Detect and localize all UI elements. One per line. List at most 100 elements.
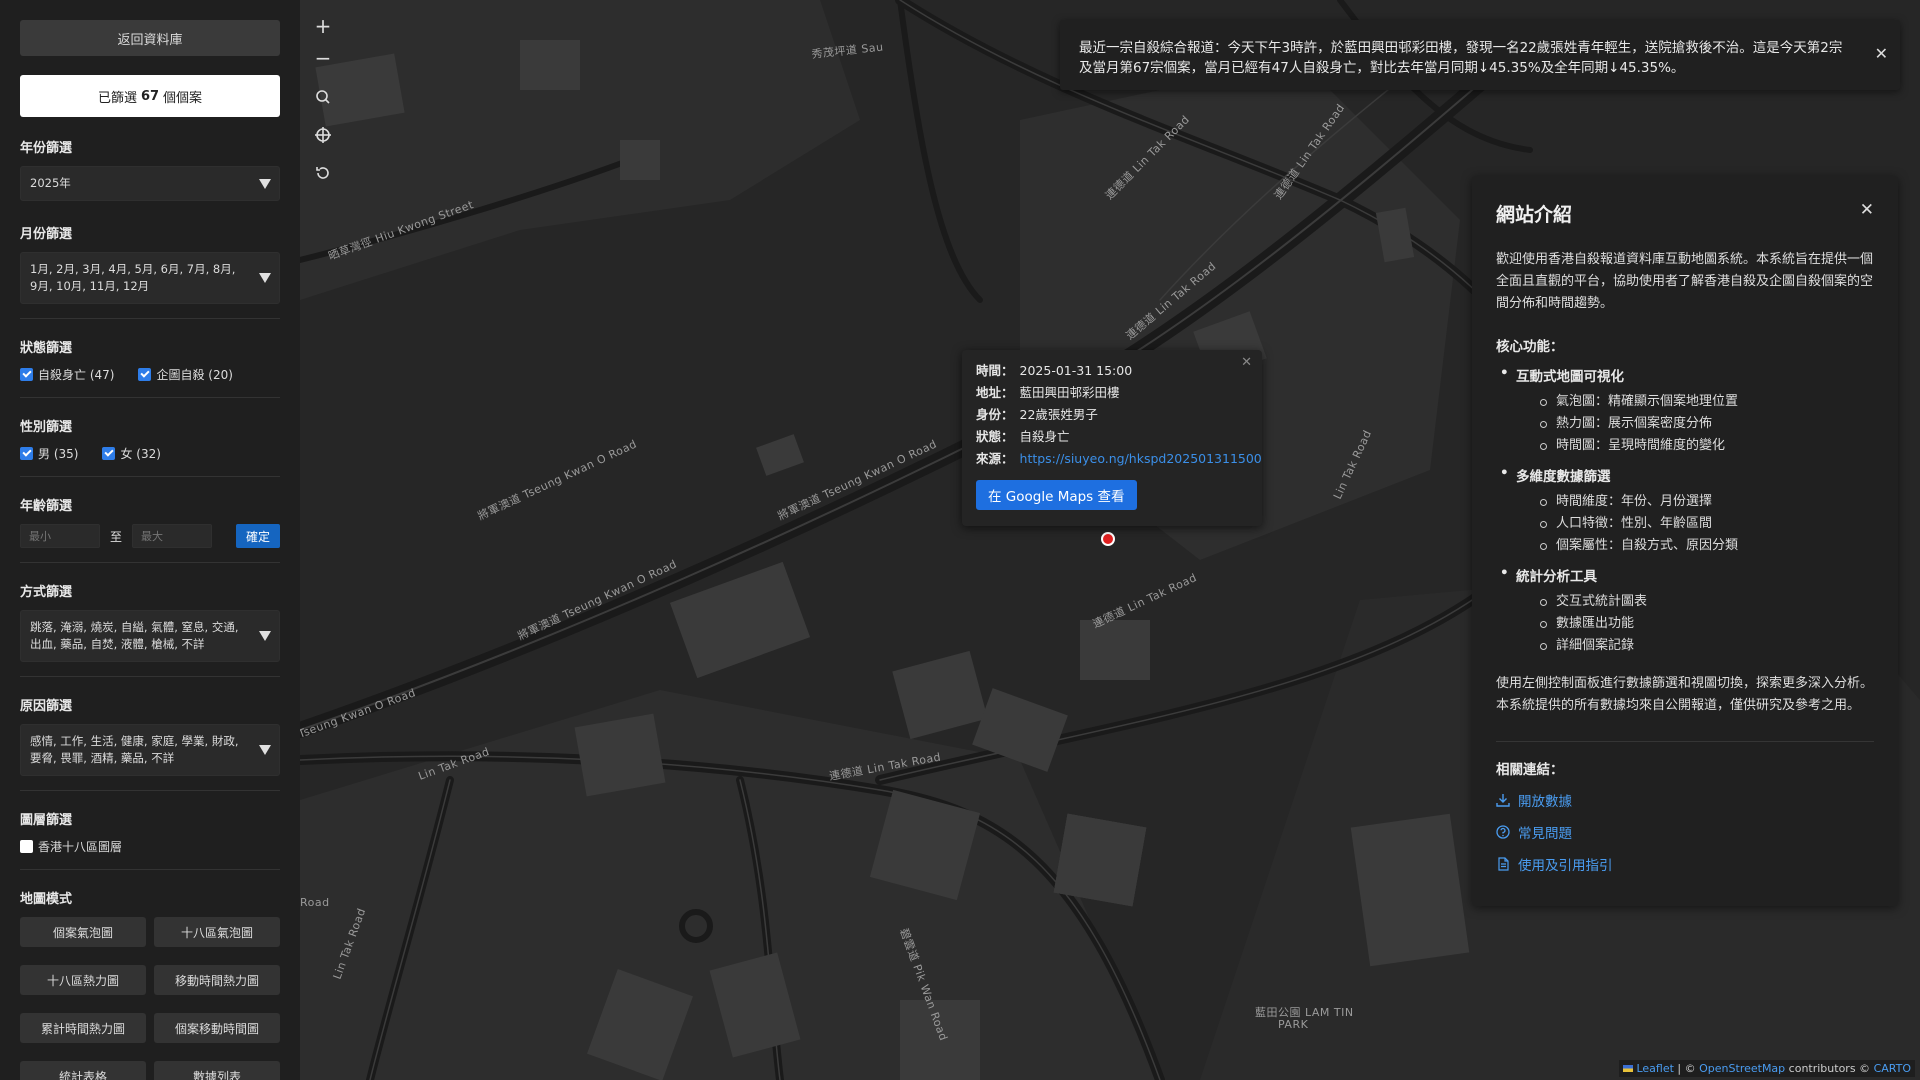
- app-root: 返回資料庫 已篩選 67 個個案 年份篩選 2025年 月份篩選 1月, 2月,…: [0, 0, 1920, 1080]
- status-attempted-label: 企圖自殺 (20): [156, 368, 233, 382]
- age-to-label: 至: [110, 529, 123, 544]
- download-icon: [1496, 794, 1510, 807]
- gender-male-label: 男 (35): [38, 447, 79, 461]
- status-filter-title: 狀態篩選: [20, 341, 73, 356]
- district-layer-label: 香港十八區圖層: [38, 840, 123, 854]
- map-mode-section: 地圖模式 個案氣泡圖 十八區氣泡圖 十八區熱力圖 移動時間熱力圖 累計時間熱力圖…: [20, 870, 280, 1080]
- popup-close-button[interactable]: ✕: [1241, 355, 1252, 370]
- mode-stats-table-button[interactable]: 統計表格: [20, 1061, 146, 1080]
- year-select[interactable]: 2025年: [20, 166, 280, 201]
- gender-filter-section: 性別篩選 男 (35) 女 (32): [20, 398, 280, 477]
- gender-female-checkbox[interactable]: 女 (32): [102, 445, 161, 462]
- year-filter-section: 年份篩選 2025年: [20, 117, 280, 201]
- month-filter-title: 月份篩選: [20, 227, 73, 242]
- mode-district-bubble-button[interactable]: 十八區氣泡圖: [154, 917, 280, 947]
- intro-title: 網站介紹: [1496, 204, 1573, 226]
- dropdown-arrow-icon: [259, 631, 271, 641]
- status-suicide-death-label: 自殺身亡 (47): [38, 368, 115, 382]
- zoom-in-button[interactable]: +: [308, 12, 338, 40]
- dropdown-arrow-icon: [259, 178, 271, 189]
- google-maps-button[interactable]: 在 Google Maps 查看: [976, 480, 1137, 510]
- source-link[interactable]: https://siuyeo.ng/hkspd202501311500: [1020, 451, 1262, 466]
- gender-filter-title: 性別篩選: [20, 420, 73, 435]
- back-to-database-button[interactable]: 返回資料庫: [20, 20, 280, 56]
- help-circle-icon: [1496, 825, 1510, 839]
- month-select[interactable]: 1月, 2月, 3月, 4月, 5月, 6月, 7月, 8月, 9月, 10月,…: [20, 252, 280, 304]
- open-data-link[interactable]: 開放數據: [1496, 790, 1874, 810]
- gender-male-checkbox[interactable]: 男 (35): [20, 445, 78, 462]
- news-close-button[interactable]: ✕: [1875, 44, 1888, 64]
- month-filter-section: 月份篩選 1月, 2月, 3月, 4月, 5月, 6月, 7月, 8月, 9月,…: [20, 201, 280, 319]
- faq-link[interactable]: 常見問題: [1496, 822, 1874, 842]
- reset-view-button[interactable]: [308, 158, 338, 188]
- mode-case-bubble-button[interactable]: 個案氣泡圖: [20, 917, 146, 947]
- leaflet-link[interactable]: Leaflet: [1636, 1062, 1673, 1075]
- locate-button[interactable]: [308, 120, 338, 150]
- age-max-input[interactable]: [132, 524, 213, 548]
- layer-filter-title: 圖層篩選: [20, 813, 73, 828]
- feature-item: 交互式統計圖表: [1540, 591, 1874, 613]
- district-layer-checkbox[interactable]: 香港十八區圖層: [20, 838, 122, 855]
- mode-case-moving-time-button[interactable]: 個案移動時間圖: [154, 1013, 280, 1043]
- park-label-en: PARK: [1278, 1018, 1309, 1031]
- year-select-value: 2025年: [30, 176, 71, 190]
- citation-guide-link[interactable]: 使用及引用指引: [1496, 854, 1874, 874]
- checkbox-checked-icon: [102, 447, 116, 460]
- layer-filter-section: 圖層篩選 香港十八區圖層: [20, 791, 280, 870]
- usage-text: 使用左側控制面板進行數據篩選和視圖切換，探索更多深入分析。本系統提供的所有數據均…: [1496, 676, 1874, 713]
- method-select[interactable]: 跳落, 淹溺, 燒炭, 自縊, 氣體, 窒息, 交通, 出血, 藥品, 自焚, …: [20, 610, 280, 662]
- gender-female-label: 女 (32): [120, 447, 161, 461]
- method-filter-section: 方式篩選 跳落, 淹溺, 燒炭, 自縊, 氣體, 窒息, 交通, 出血, 藥品,…: [20, 563, 280, 677]
- filtered-suffix: 個個案: [163, 90, 203, 106]
- map-attribution: Leaflet | © OpenStreetMap contributors ©…: [1619, 1060, 1915, 1077]
- news-text: 最近一宗自殺綜合報道：今天下午3時許，於藍田興田邨彩田樓，發現一名22歲張姓青年…: [1079, 40, 1843, 76]
- feature-title: 互動式地圖可視化: [1500, 365, 1874, 385]
- search-button[interactable]: [308, 82, 338, 112]
- case-popup: ✕ 時間： 2025-01-31 15:00 地址： 藍田興田邨彩田樓 身份： 22歲…: [962, 350, 1262, 526]
- age-filter-section: 年齡篩選 至 確定: [20, 477, 280, 563]
- map-tools: [308, 82, 338, 188]
- checkbox-checked-icon: [20, 447, 33, 460]
- divider: [1496, 741, 1874, 742]
- feature-title: 多維度數據篩選: [1500, 465, 1874, 485]
- osm-link[interactable]: OpenStreetMap: [1699, 1062, 1785, 1075]
- age-min-input[interactable]: [20, 524, 100, 548]
- status-attempted-checkbox[interactable]: 企圖自殺 (20): [138, 366, 233, 383]
- status-suicide-death-checkbox[interactable]: 自殺身亡 (47): [20, 366, 114, 383]
- filtered-count-box: 已篩選 67 個個案: [20, 75, 280, 117]
- age-filter-title: 年齡篩選: [20, 499, 73, 514]
- method-filter-title: 方式篩選: [20, 585, 73, 600]
- filter-sidebar: 返回資料庫 已篩選 67 個個案 年份篩選 2025年 月份篩選 1月, 2月,…: [0, 0, 300, 1080]
- core-features-title: 核心功能：: [1496, 339, 1564, 355]
- site-intro-panel: 網站介紹 ✕ 歡迎使用香港自殺報道資料庫互動地圖系統。本系統旨在提供一個全面且直…: [1472, 176, 1898, 906]
- mode-district-heatmap-button[interactable]: 十八區熱力圖: [20, 965, 146, 995]
- leaflet-flag-icon: [1623, 1065, 1634, 1072]
- popup-row-identity: 身份： 22歲張姓男子: [976, 407, 1098, 422]
- zoom-control: + −: [308, 12, 338, 72]
- checkbox-checked-icon: [138, 368, 152, 381]
- filtered-prefix: 已篩選: [97, 90, 137, 106]
- reason-select[interactable]: 感情, 工作, 生活, 健康, 家庭, 學業, 財政, 要脅, 畏罪, 酒精, …: [20, 724, 280, 776]
- intro-text: 歡迎使用香港自殺報道資料庫互動地圖系統。本系統旨在提供一個全面且直觀的平台，協助…: [1496, 252, 1874, 311]
- feature-item: 數據匯出功能: [1540, 613, 1874, 635]
- feature-item: 氣泡圖：精確顯示個案地理位置: [1540, 391, 1874, 413]
- carto-link[interactable]: CARTO: [1874, 1062, 1911, 1075]
- zoom-out-button[interactable]: −: [308, 44, 338, 72]
- intro-close-button[interactable]: ✕: [1860, 200, 1874, 220]
- filtered-count: 67: [140, 88, 160, 104]
- map-canvas[interactable]: 秀茂坪道 Sau 晒草灣徑 Hiu Kwong Street 將軍澳道 Tseu…: [300, 0, 1920, 1080]
- feature-item: 熱力圖：展示個案密度分佈: [1540, 413, 1874, 435]
- reason-filter-section: 原因篩選 感情, 工作, 生活, 健康, 家庭, 學業, 財政, 要脅, 畏罪,…: [20, 677, 280, 791]
- mode-cumulative-time-heatmap-button[interactable]: 累計時間熱力圖: [20, 1013, 146, 1043]
- news-banner: 最近一宗自殺綜合報道：今天下午3時許，於藍田興田邨彩田樓，發現一名22歲張姓青年…: [1060, 20, 1900, 90]
- refresh-icon: [316, 167, 329, 179]
- case-marker[interactable]: [1101, 532, 1115, 546]
- mode-moving-time-heatmap-button[interactable]: 移動時間熱力圖: [154, 965, 280, 995]
- year-filter-title: 年份篩選: [20, 141, 73, 156]
- document-icon: [1498, 857, 1509, 871]
- map-mode-title: 地圖模式: [20, 892, 73, 907]
- dropdown-arrow-icon: [259, 273, 271, 283]
- mode-data-list-button[interactable]: 數據列表: [154, 1061, 280, 1080]
- checkbox-checked-icon: [20, 368, 33, 381]
- age-confirm-button[interactable]: 確定: [236, 524, 280, 548]
